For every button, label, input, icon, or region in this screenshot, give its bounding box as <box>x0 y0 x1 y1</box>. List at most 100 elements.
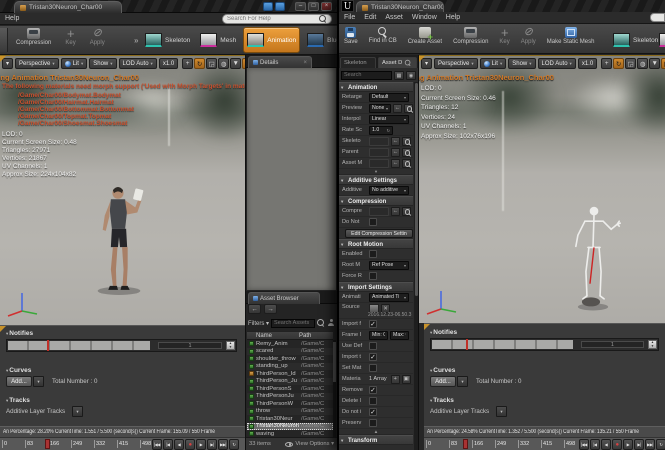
mini-button-icon[interactable]: ← <box>393 104 402 113</box>
mini-button-icon[interactable]: ▣ <box>402 375 411 384</box>
maximize-button[interactable]: □ <box>308 2 319 11</box>
surface-snap-icon[interactable]: ▼ <box>649 58 660 69</box>
magnifier-icon[interactable] <box>402 148 411 157</box>
save-button[interactable]: Save <box>342 26 360 46</box>
tracks-section[interactable]: ▾Tracks <box>6 397 30 404</box>
menu-item[interactable]: Help <box>446 14 460 21</box>
create-asset-button[interactable]: Create Asset <box>406 26 444 46</box>
ThirdPerson_Id[interactable]: ThirdPerson_Id /Game/C <box>247 370 333 378</box>
saved-search-icon[interactable] <box>327 319 335 327</box>
skip-to-start-button[interactable]: |◀◀ <box>579 439 589 450</box>
mini-button-icon[interactable]: ← <box>391 148 400 157</box>
property-matrix-icon[interactable]: ▦ <box>394 71 404 80</box>
frame-min-field[interactable]: Min: 0 <box>369 331 388 340</box>
loop-button[interactable]: ↻ <box>656 439 665 450</box>
add-curve-button[interactable]: Add... <box>6 376 32 387</box>
column-path[interactable]: Path <box>299 333 311 339</box>
section-compression[interactable]: Compression <box>339 196 413 206</box>
show-button[interactable]: Show▾ <box>508 58 535 69</box>
ThirdPersonW[interactable]: ThirdPersonW /Game/C <box>247 400 333 408</box>
play-reverse-button[interactable]: ◀ <box>174 439 184 450</box>
notifies-track[interactable]: 1 ▲▼ <box>6 339 237 352</box>
timeline-playhead[interactable] <box>463 439 468 449</box>
mode-skeleton[interactable]: Skeleton <box>142 27 193 53</box>
make-static-mesh-button[interactable]: Make Static Mesh <box>545 26 597 46</box>
step-backward-button[interactable]: |◀ <box>163 439 173 450</box>
Remy_Anim[interactable]: Remy_Anim /Game/C <box>247 340 333 348</box>
rotate-tool-icon[interactable]: ↻ <box>194 58 205 69</box>
mini-button-icon[interactable]: ← <box>391 137 400 146</box>
prop-dropdown[interactable]: No additive▾ <box>369 186 409 195</box>
notify-track-count[interactable]: 1 <box>581 341 644 348</box>
additive-tracks-dropdown[interactable]: ▾ <box>496 406 507 417</box>
view-options-button[interactable]: View Options ▾ <box>295 441 334 447</box>
help-search-box[interactable] <box>222 14 332 24</box>
Tristan30Neuron[interactable]: Tristan30Neuron /Game/C <box>247 423 333 431</box>
magnifier-icon[interactable] <box>402 159 411 168</box>
menu-item[interactable]: Window <box>412 14 437 21</box>
preview-viewport[interactable]: ▾ Perspective▾ Lit▾ Show▾ LOD Auto▾ x1.0… <box>0 55 245 325</box>
menu-item[interactable]: Asset <box>385 14 403 21</box>
notifies-track[interactable]: 1 ▲▼ <box>430 338 659 351</box>
prop-checkbox[interactable] <box>369 250 377 258</box>
play-button[interactable]: ▶ <box>623 439 633 450</box>
translate-tool-icon[interactable]: + <box>182 58 193 69</box>
notifies-section[interactable]: ▾Notifies <box>430 329 457 336</box>
screen-size-button[interactable]: x1.0 <box>159 58 178 69</box>
waving[interactable]: waving /Game/C <box>247 430 333 437</box>
compression-button[interactable]: Compression <box>14 27 53 47</box>
menu-item[interactable]: Help <box>5 15 19 22</box>
forward-button[interactable]: → <box>264 304 277 314</box>
screen-size-button[interactable]: x1.0 <box>578 58 597 69</box>
prop-number-field[interactable]: 1.0↻ <box>369 126 393 135</box>
bug-report-icon[interactable] <box>275 2 285 11</box>
perspective-button[interactable]: Perspective▾ <box>15 58 59 69</box>
toolbar-overflow-chevron[interactable]: » <box>134 36 138 45</box>
magnifier-icon[interactable] <box>402 207 411 216</box>
tab-asset-details[interactable]: Asset D <box>378 57 417 68</box>
window-tab[interactable]: Tristan30Neuron_Char00 <box>14 1 122 13</box>
frame-max-field[interactable]: Max: 0 <box>390 331 409 340</box>
skip-to-start-button[interactable]: |◀◀ <box>152 439 162 450</box>
step-backward-button[interactable]: |◀ <box>590 439 600 450</box>
property-search-input[interactable] <box>344 72 389 78</box>
notify-track-segments[interactable] <box>432 340 573 349</box>
section-animation[interactable]: Animation <box>339 82 413 92</box>
minimize-button[interactable]: – <box>295 2 306 11</box>
throw[interactable]: throw /Game/C <box>247 408 333 416</box>
show-button[interactable]: Show▾ <box>89 58 116 69</box>
asset-table-header[interactable]: Name Path <box>247 331 333 340</box>
filters-dropdown[interactable]: Filters ▾ <box>248 320 269 327</box>
preview-viewport[interactable]: ▾ Perspective▾ Lit▾ Show▾ LOD Auto▾ x1.0… <box>419 55 665 323</box>
ThirdPersonS[interactable]: ThirdPersonS /Game/C <box>247 385 333 393</box>
lit-mode-button[interactable]: Lit▾ <box>61 58 88 69</box>
add-curve-button[interactable]: Add... <box>430 376 456 387</box>
lit-mode-button[interactable]: Lit▾ <box>480 58 507 69</box>
world-coordinate-icon[interactable]: ◍ <box>637 58 648 69</box>
translate-tool-icon[interactable]: + <box>601 58 612 69</box>
prop-checkbox[interactable]: ✓ <box>369 353 377 361</box>
asset-search-input[interactable] <box>274 320 312 326</box>
column-name[interactable]: Name <box>247 333 299 339</box>
prop-checkbox[interactable] <box>369 397 377 405</box>
notify-track-spinner[interactable]: ▲▼ <box>648 340 657 349</box>
clipped-toolbar-button[interactable] <box>0 28 8 52</box>
prop-dropdown[interactable]: Animated Ti▾ <box>369 293 409 302</box>
add-curve-dropdown[interactable]: ▾ <box>33 376 44 387</box>
shoulder_throw[interactable]: shoulder_throw /Game/C <box>247 355 333 363</box>
key-button[interactable]: Key <box>497 26 511 46</box>
ThirdPerson_Ju[interactable]: ThirdPerson_Ju /Game/C <box>247 378 333 386</box>
asset-list-scrollbar[interactable] <box>333 340 336 437</box>
tab-details[interactable]: Details × <box>248 56 312 68</box>
asset-search-box[interactable] <box>271 319 315 328</box>
prop-checkbox[interactable] <box>369 364 377 372</box>
scale-tool-icon[interactable]: ◲ <box>625 58 636 69</box>
section-import-settings[interactable]: Import Settings <box>339 282 413 292</box>
feedback-icon[interactable] <box>263 2 273 11</box>
edit-compression-button[interactable]: Edit Compression Settin <box>345 229 413 238</box>
mode-blueprint[interactable]: Blueprint <box>304 27 337 53</box>
tab-skeleton[interactable]: Skeleton <box>340 57 376 68</box>
apply-button[interactable]: Apply <box>519 26 538 46</box>
mode-animation[interactable]: Animation <box>243 27 300 53</box>
record-button[interactable]: ● <box>612 439 622 450</box>
